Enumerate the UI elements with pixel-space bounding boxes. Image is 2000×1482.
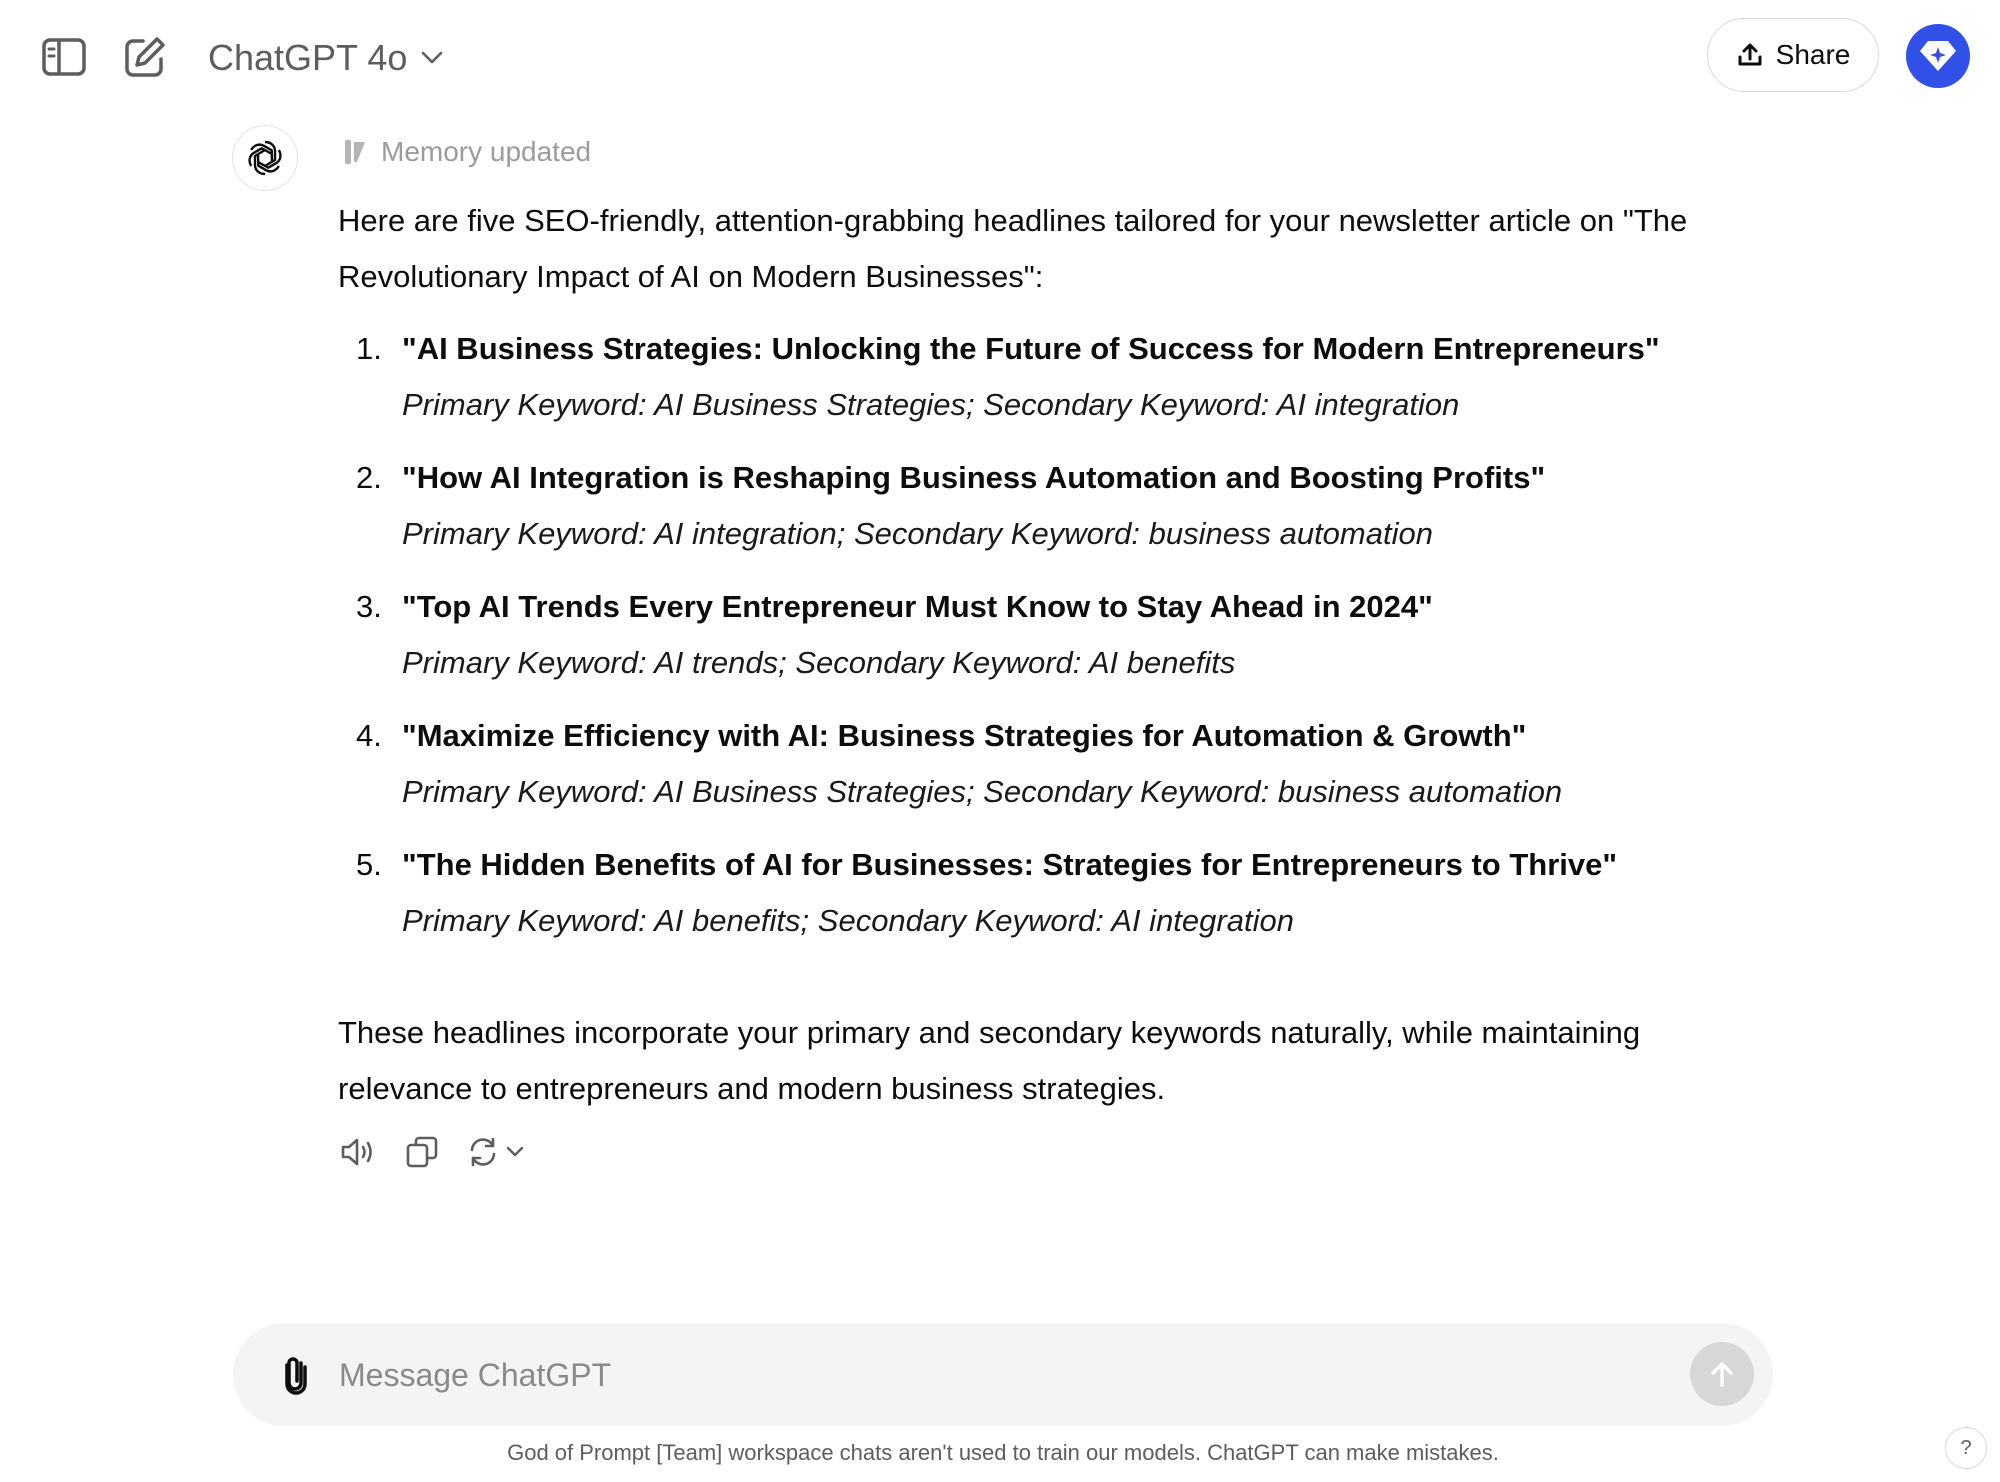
message-composer (233, 1323, 1773, 1426)
headline-keywords: Primary Keyword: AI trends; Secondary Ke… (402, 645, 1236, 680)
headline-title: "Maximize Efficiency with AI: Business S… (402, 718, 1527, 753)
headline-keywords: Primary Keyword: AI integration; Seconda… (402, 516, 1433, 551)
diamond-sparkle-icon (1920, 41, 1956, 71)
message-intro: Here are five SEO-friendly, attention-gr… (338, 203, 1688, 294)
headline-list: 1. "AI Business Strategies: Unlocking th… (338, 321, 1758, 949)
chevron-down-icon (422, 51, 443, 64)
model-selector[interactable]: ChatGPT 4o (208, 30, 443, 86)
top-bar: ChatGPT 4o Share (0, 0, 2000, 116)
headline-keywords: Primary Keyword: AI Business Strategies;… (402, 774, 1563, 809)
message-input[interactable] (337, 1343, 1591, 1407)
account-avatar[interactable] (1906, 24, 1970, 88)
regenerate-icon (470, 1137, 496, 1167)
read-aloud-button[interactable] (338, 1132, 378, 1172)
share-label: Share (1775, 39, 1851, 70)
read-aloud-icon (341, 1138, 372, 1166)
model-name: ChatGPT 4o (208, 37, 408, 78)
headline-title: "How AI Integration is Reshaping Busines… (402, 460, 1546, 495)
copy-button[interactable] (402, 1132, 442, 1172)
list-item: 5. "The Hidden Benefits of AI for Busine… (338, 837, 1758, 949)
list-item: 1. "AI Business Strategies: Unlocking th… (338, 321, 1758, 433)
list-number: 3. (356, 589, 382, 624)
assistant-avatar (232, 125, 298, 191)
help-button[interactable]: ? (1945, 1427, 1987, 1469)
copy-icon (406, 1136, 438, 1168)
headline-keywords: Primary Keyword: AI benefits; Secondary … (402, 903, 1294, 938)
new-chat-icon (125, 37, 165, 77)
footer-disclaimer: God of Prompt [Team] workspace chats are… (507, 1440, 1499, 1465)
memory-status: Memory updated (381, 136, 592, 167)
regenerate-button[interactable] (466, 1135, 524, 1169)
memory-updated-indicator[interactable]: Memory updated (343, 136, 591, 168)
memory-icon (345, 140, 365, 164)
message-actions (338, 1132, 524, 1172)
attach-button[interactable] (271, 1350, 321, 1400)
list-number: 4. (356, 718, 382, 753)
paperclip-icon (285, 1357, 307, 1395)
arrow-up-icon (1711, 1362, 1733, 1387)
sidebar-toggle-icon (42, 38, 86, 76)
sidebar-toggle-button[interactable] (36, 32, 92, 82)
assistant-message: Here are five SEO-friendly, attention-gr… (338, 193, 1758, 1117)
chevron-down-icon (506, 1146, 524, 1157)
headline-title: "AI Business Strategies: Unlocking the F… (402, 331, 1660, 366)
list-item: 3. "Top AI Trends Every Entrepreneur Mus… (338, 579, 1758, 691)
message-closing: These headlines incorporate your primary… (338, 1015, 1641, 1106)
openai-logo-icon (248, 140, 282, 176)
new-chat-button[interactable] (118, 30, 172, 84)
list-number: 2. (356, 460, 382, 495)
list-number: 1. (356, 331, 382, 366)
list-item: 2. "How AI Integration is Reshaping Busi… (338, 450, 1758, 562)
list-number: 5. (356, 847, 382, 882)
share-button[interactable]: Share (1707, 18, 1879, 92)
headline-title: "Top AI Trends Every Entrepreneur Must K… (402, 589, 1433, 624)
send-button[interactable] (1690, 1342, 1754, 1406)
headline-keywords: Primary Keyword: AI Business Strategies;… (402, 387, 1460, 422)
share-upload-icon (1738, 43, 1762, 66)
list-item: 4. "Maximize Efficiency with AI: Busines… (338, 708, 1758, 820)
headline-title: "The Hidden Benefits of AI for Businesse… (402, 847, 1618, 882)
